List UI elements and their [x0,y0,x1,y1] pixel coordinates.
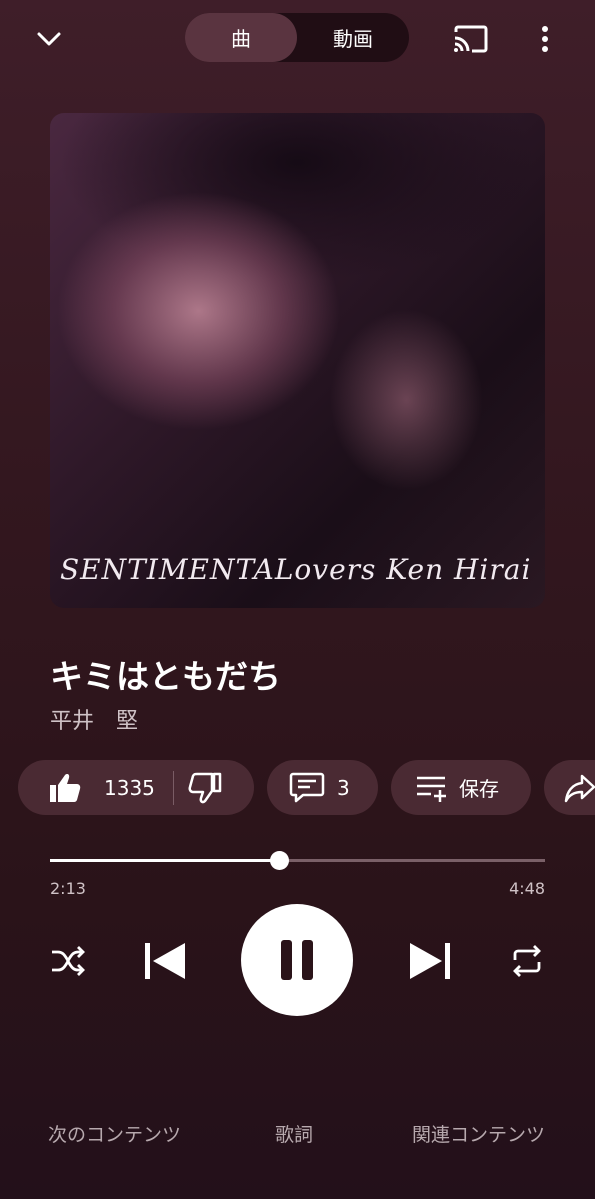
artist-name[interactable]: 平井 堅 [50,703,138,735]
current-time: 2:13 [50,879,86,898]
comment-icon [289,772,325,802]
save-label: 保存 [459,777,499,801]
playlist-add-icon [417,776,446,802]
song-video-toggle: 曲 動画 [185,13,409,62]
more-vertical-icon [542,26,548,52]
cast-icon [454,25,488,53]
action-chips: 1335 3 保存 [18,760,595,816]
comment-count: 3 [337,775,350,800]
save-button[interactable]: 保存 [391,760,531,815]
album-art-caption: SENTIMENTALovers Ken Hirai [60,553,532,586]
chip-divider [172,770,174,805]
tab-video[interactable]: 動画 [297,13,409,62]
total-time: 4:48 [509,879,545,898]
comments-button[interactable]: 3 [267,760,378,815]
now-playing-screen: 曲 動画 SENTIMENTALovers Ken Hirai キミはともだち … [0,0,595,1199]
bottom-tabs: 次のコンテンツ 歌詞 関連コンテンツ [0,1112,595,1152]
song-title[interactable]: キミはともだち [50,650,281,698]
chevron-down-icon [37,32,61,46]
like-count: 1335 [104,775,155,800]
thumbs-down-icon [188,772,222,803]
skip-next-icon [410,943,450,979]
shuffle-icon [52,946,85,976]
dislike-button[interactable] [188,772,222,804]
tab-up-next[interactable]: 次のコンテンツ [48,1120,181,1147]
skip-previous-icon [145,943,185,979]
next-button[interactable] [405,936,457,986]
tab-lyrics[interactable]: 歌詞 [275,1120,313,1147]
collapse-button[interactable] [26,18,72,60]
like-dislike-chip: 1335 [18,760,254,815]
tab-related[interactable]: 関連コンテンツ [412,1120,545,1147]
repeat-icon [513,945,541,977]
repeat-button[interactable] [506,940,548,982]
top-bar: 曲 動画 [0,0,595,80]
pause-icon [281,940,313,980]
pause-button[interactable] [241,904,353,1016]
share-icon [564,774,595,802]
tab-song[interactable]: 曲 [185,13,297,62]
like-button[interactable]: 1335 [18,772,155,804]
thumbs-up-icon [50,773,81,802]
progress-fill [50,859,279,862]
cast-button[interactable] [448,16,494,62]
previous-button[interactable] [138,936,190,986]
more-options-button[interactable] [525,16,565,62]
progress-bar[interactable] [50,851,545,870]
progress-thumb[interactable] [269,851,289,870]
shuffle-button[interactable] [47,940,89,982]
share-button[interactable] [544,760,595,815]
album-art: SENTIMENTALovers Ken Hirai [50,113,545,608]
